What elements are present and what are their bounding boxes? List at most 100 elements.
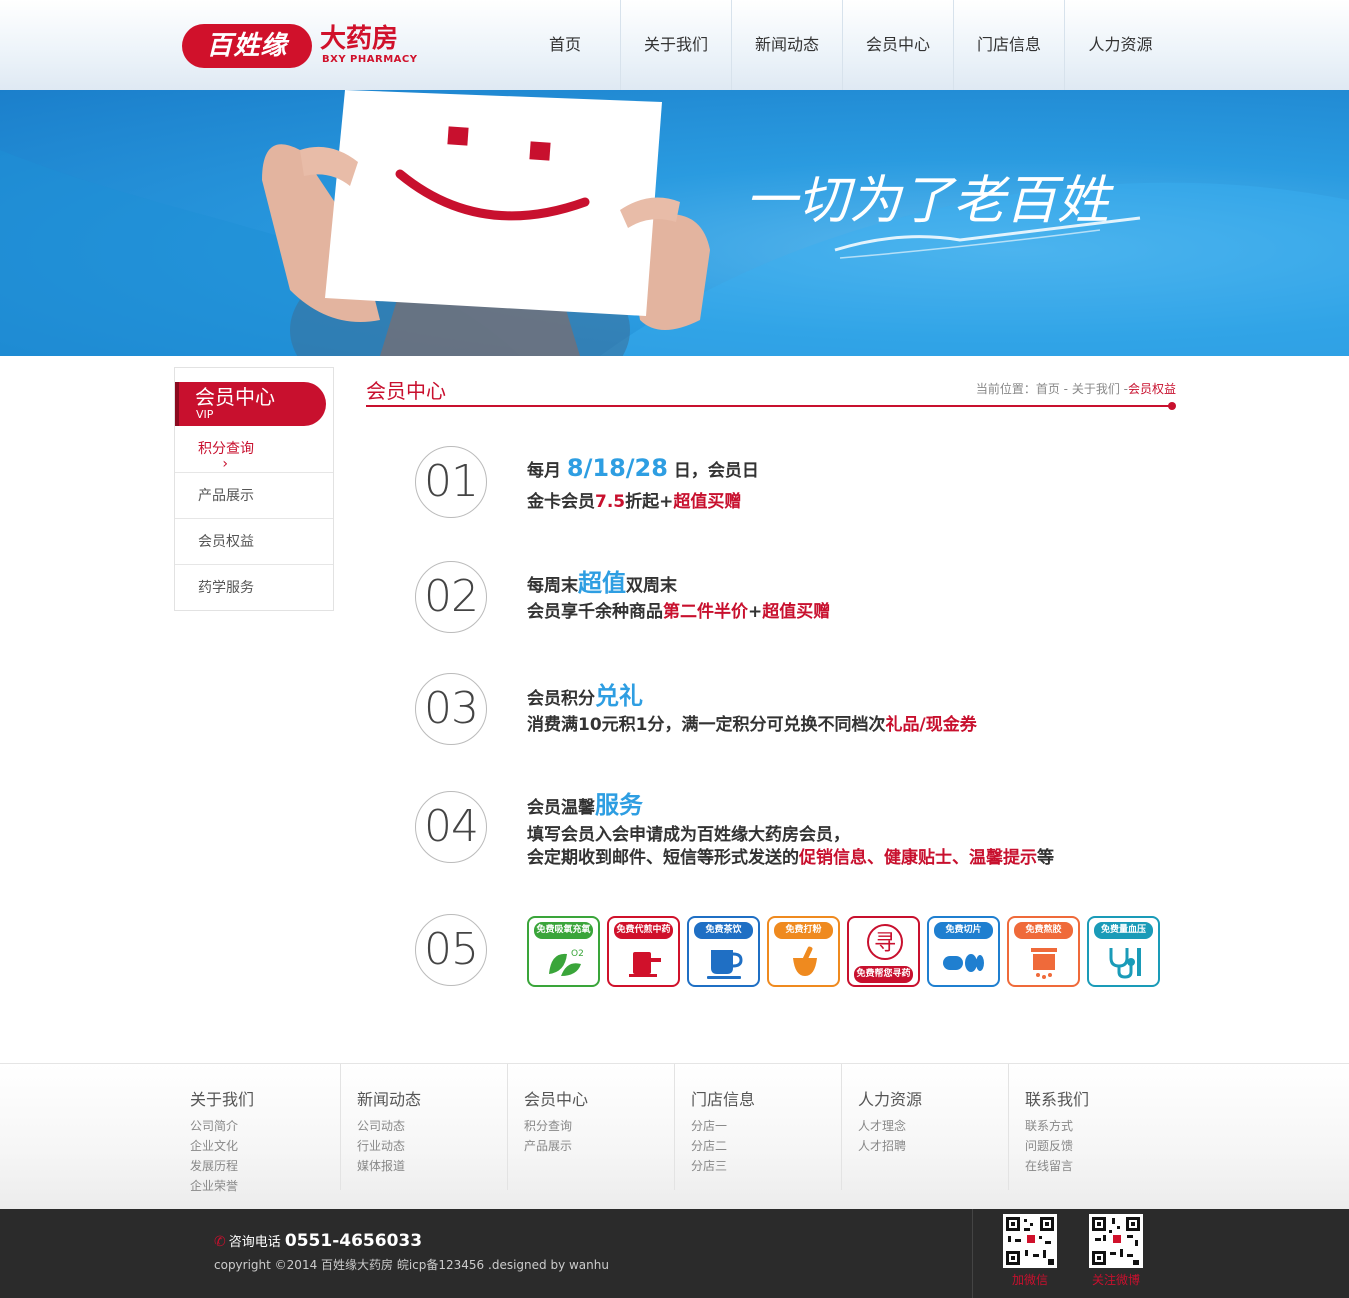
highlight-text: 兑礼 (595, 682, 643, 710)
nav-home[interactable]: 首页 (510, 0, 621, 90)
benefit-number: 01 (415, 446, 487, 518)
footer-link[interactable]: 分店三 (691, 1156, 727, 1176)
breadcrumb-home[interactable]: 首页 (1036, 382, 1060, 396)
sidebar-item-pharmacy-service[interactable]: 药学服务 (175, 564, 333, 610)
hotline-label: 咨询电话 (228, 1235, 281, 1250)
service-gelatin[interactable]: 免费熬胶 (1007, 916, 1080, 987)
qr-label-wechat: 加微信 (1011, 1273, 1048, 1287)
footer-col-title: 门店信息 (691, 1090, 756, 1109)
footer-link[interactable]: 产品展示 (524, 1136, 572, 1156)
text: 每周末 (527, 576, 578, 596)
text: 每月 (527, 461, 567, 481)
highlight-text: 7.5 (595, 492, 626, 512)
service-blood-pressure[interactable]: 免费量血压 (1087, 916, 1160, 987)
nav-news[interactable]: 新闻动态 (732, 0, 843, 90)
benefit-number: 02 (415, 561, 487, 633)
footer-link[interactable]: 联系方式 (1025, 1116, 1073, 1136)
sidebar-item-benefits[interactable]: 会员权益 (175, 518, 333, 564)
footer-col-stores: 门店信息 分店一 分店二 分店三 (675, 1064, 842, 1190)
footer-col-contact: 联系我们 联系方式 问题反馈 在线留言 (1009, 1064, 1176, 1190)
highlight-text: 超值买赠 (673, 492, 742, 512)
footer-link[interactable]: 问题反馈 (1025, 1136, 1073, 1156)
service-herb-decoction[interactable]: 免费代煎中药 (607, 916, 680, 987)
site-header: 百姓缘 大药房 BXY PHARMACY 首页 关于我们 新闻动态 会员中心 门… (0, 0, 1349, 90)
nav-about[interactable]: 关于我们 (621, 0, 732, 90)
benefit-line: 会定期收到邮件、短信等形式发送的促销信息、健康贴士、温馨提示等 (527, 843, 1054, 868)
banner-illustration: 一切为了老百姓 (0, 90, 1349, 356)
footer-link[interactable]: 公司简介 (190, 1116, 238, 1136)
hotline: ✆ 咨询电话 0551-4656033 (214, 1231, 422, 1251)
footer-link[interactable]: 人才理念 (858, 1116, 906, 1136)
highlight-text: 礼品/现金券 (885, 715, 977, 735)
footer-col-title: 会员中心 (524, 1090, 589, 1109)
footer-link[interactable]: 发展历程 (190, 1156, 238, 1176)
footer-link[interactable]: 在线留言 (1025, 1156, 1073, 1176)
main-nav: 首页 关于我们 新闻动态 会员中心 门店信息 人力资源 (510, 0, 1176, 90)
footer-link[interactable]: 行业动态 (357, 1136, 405, 1156)
service-tea[interactable]: 免费茶饮 (687, 916, 760, 987)
service-grinding[interactable]: 免费打粉 (767, 916, 840, 987)
highlight-text: 超值买赠 (762, 602, 831, 622)
text: 日，会员日 (667, 461, 759, 481)
footer-link[interactable]: 公司动态 (357, 1116, 405, 1136)
service-find-medicine[interactable]: 寻 免费帮您寻药 (847, 916, 920, 987)
hero-banner: 一切为了老百姓 (0, 90, 1349, 356)
qr-code-icon (1092, 1217, 1140, 1265)
benefit-line: 填写会员入会申请成为百姓缘大药房会员， (527, 825, 850, 845)
benefit-line: 会员积分兑礼 (527, 676, 643, 711)
service-oxygen[interactable]: 免费吸氧充氧 O2 (527, 916, 600, 987)
footer-bar: ✆ 咨询电话 0551-4656033 copyright ©2014 百姓缘大药… (0, 1209, 1349, 1298)
logo-mark: 百姓缘 (182, 24, 312, 68)
qr-code-wechat[interactable] (1003, 1214, 1057, 1268)
benefit-number: 04 (415, 791, 487, 863)
hotline-number: 0551-4656033 (284, 1231, 423, 1251)
phone-icon: ✆ (214, 1234, 226, 1250)
service-slicing[interactable]: 免费切片 (927, 916, 1000, 987)
qr-code-weibo[interactable] (1089, 1214, 1143, 1268)
footer-link[interactable]: 分店一 (691, 1116, 727, 1136)
qr-code-icon (1006, 1217, 1054, 1265)
steamer-icon (1031, 948, 1057, 979)
stethoscope-icon (1109, 948, 1141, 979)
service-label: 免费代煎中药 (614, 922, 673, 939)
nav-member[interactable]: 会员中心 (843, 0, 954, 90)
logo[interactable]: 百姓缘 大药房 BXY PHARMACY (182, 22, 422, 70)
benefit-line: 金卡会员7.5折起+超值买赠 (527, 487, 741, 512)
service-label: 免费量血压 (1094, 922, 1153, 939)
text: 会定期收到邮件、短信等形式发送的 (527, 848, 799, 868)
text: 会员温馨 (527, 798, 595, 818)
highlight-text: 8/18/28 (566, 454, 668, 482)
sidebar-subtitle: VIP (196, 408, 214, 421)
text: + (748, 602, 763, 622)
breadcrumb-about[interactable]: 关于我们 (1072, 382, 1120, 396)
highlight-text: 第二件半价 (663, 602, 748, 622)
find-icon: 寻 (867, 924, 903, 960)
nav-hr[interactable]: 人力资源 (1065, 0, 1176, 90)
benefit-line: 消费满10元积1分，满一定积分可兑换不同档次礼品/现金券 (527, 710, 977, 735)
footer-link[interactable]: 企业荣誉 (190, 1176, 238, 1196)
logo-subtext: BXY PHARMACY (322, 54, 418, 65)
highlight-text: 超值 (578, 569, 626, 597)
qr-label-weibo: 关注微博 (1091, 1273, 1140, 1287)
text: 金卡会员 (527, 492, 595, 512)
breadcrumb-separator: - (1059, 382, 1072, 396)
footer-link[interactable]: 媒体报道 (357, 1156, 405, 1176)
svg-text:O2: O2 (571, 949, 584, 959)
service-label: 免费茶饮 (694, 922, 753, 939)
pill-icon (943, 954, 984, 972)
benefit-line: 会员温馨服务 (527, 785, 643, 820)
footer-link[interactable]: 分店二 (691, 1136, 727, 1156)
benefit-line: 会员享千余种商品第二件半价+超值买赠 (527, 597, 830, 622)
footer-link[interactable]: 人才招聘 (858, 1136, 906, 1156)
sidebar-item-products[interactable]: 产品展示 (175, 472, 333, 518)
service-label: 免费熬胶 (1014, 922, 1073, 939)
sidebar-item-points[interactable]: 积分查询 › (175, 441, 254, 472)
footer-link[interactable]: 企业文化 (190, 1136, 238, 1156)
footer-col-title: 人力资源 (858, 1090, 923, 1109)
divider (972, 1209, 973, 1298)
breadcrumb-separator: - (1119, 382, 1128, 396)
footer-link[interactable]: 积分查询 (524, 1116, 572, 1136)
sidebar-header: 会员中心 VIP (175, 368, 333, 426)
nav-stores[interactable]: 门店信息 (954, 0, 1065, 90)
footer-links: 关于我们 公司简介 企业文化 发展历程 企业荣誉 新闻动态 公司动态 行业动态 … (0, 1063, 1349, 1209)
